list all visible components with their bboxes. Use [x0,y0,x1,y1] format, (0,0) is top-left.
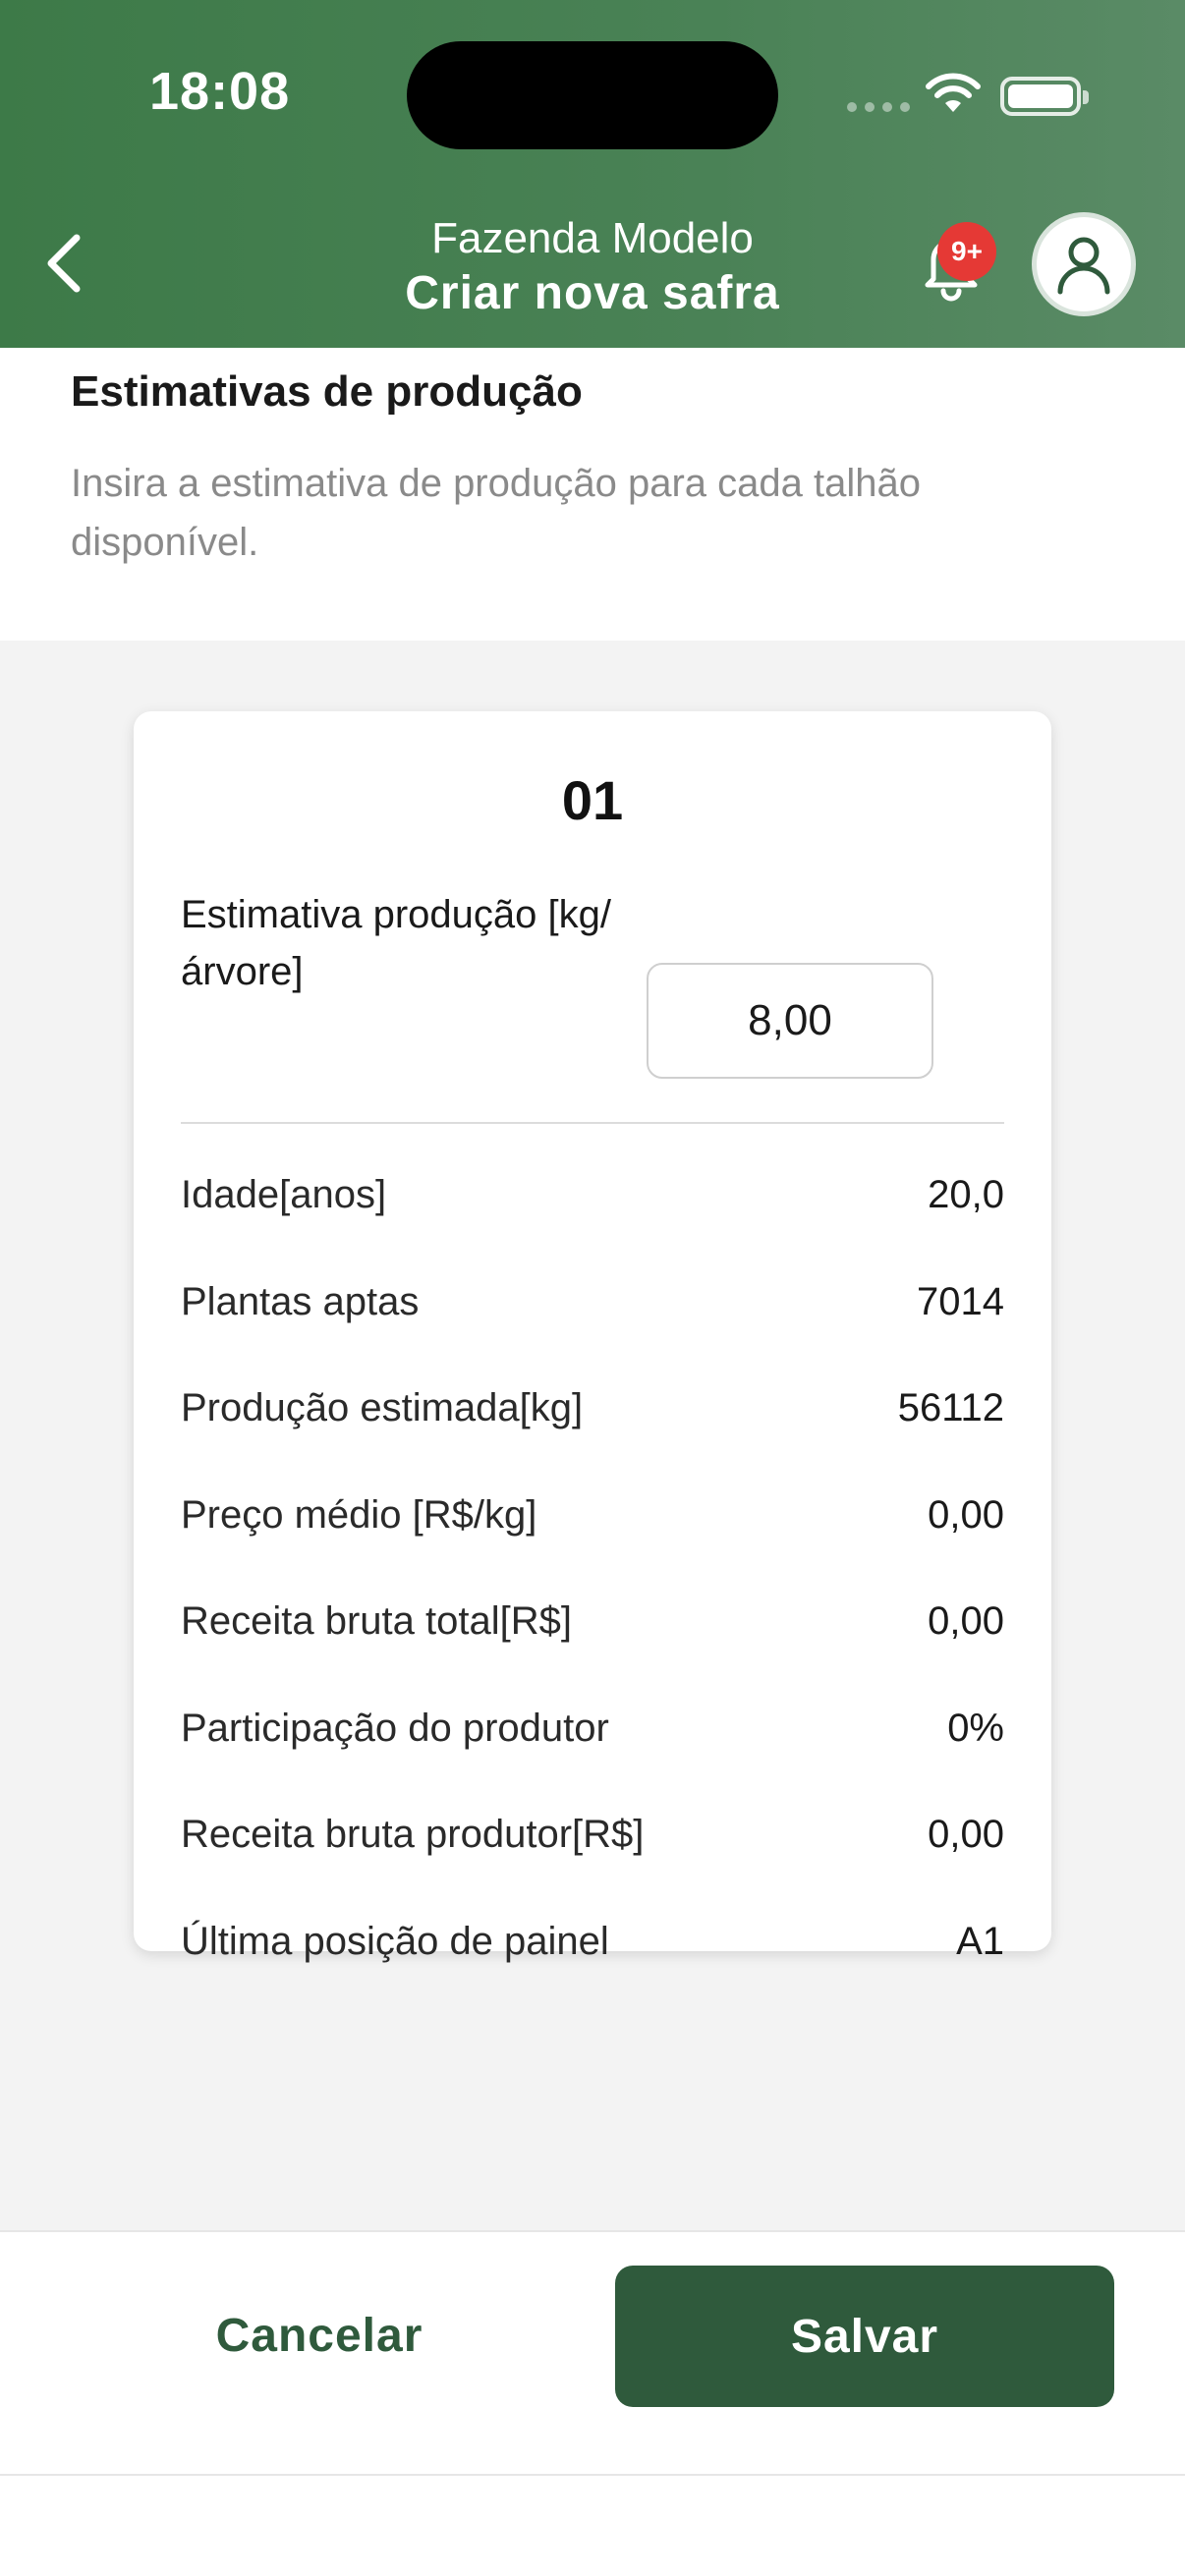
detail-row-plants: Plantas aptas 7014 [181,1280,1004,1387]
detail-value: 0,00 [928,1813,1004,1856]
estimate-input[interactable] [647,963,933,1079]
back-button[interactable] [33,222,96,305]
detail-label: Participação do produtor [181,1706,609,1750]
detail-row-panel-position: Última posição de painel A1 [181,1920,1004,2027]
plot-title: 01 [561,769,624,831]
plot-card: 01 Estimativa produção [kg/árvore] Idade… [134,711,1051,1963]
divider [181,1122,1004,1124]
chevron-left-icon [47,234,81,293]
detail-label: Preço médio [R$/kg] [181,1492,537,1537]
profile-avatar-button[interactable] [1032,212,1136,316]
detail-value: 7014 [917,1279,1004,1323]
detail-value: 0,00 [928,1492,1004,1537]
battery-icon [1000,77,1089,116]
status-time: 18:08 [149,62,291,121]
page-title: Criar nova safra [405,267,780,319]
cellular-signal-icon [847,102,910,112]
detail-row-average-price: Preço médio [R$/kg] 0,00 [181,1493,1004,1600]
detail-row-estimated-production: Produção estimada[kg] 56112 [181,1386,1004,1493]
section-title: Estimativas de produção [71,367,583,416]
plot-details: Idade[anos] 20,0 Plantas aptas 7014 Prod… [181,1173,1004,2026]
detail-label: Receita bruta produtor[R$] [181,1813,645,1856]
detail-label: Receita bruta total[R$] [181,1599,572,1643]
detail-row-gross-revenue: Receita bruta total[R$] 0,00 [181,1599,1004,1707]
detail-label: Idade[anos] [181,1173,387,1216]
app-header: 18:08 Fazenda Modelo Criar nova safra 9+ [0,0,1185,348]
action-footer: Cancelar Salvar [0,2230,1185,2476]
intro-section: Estimativas de produção Insira a estimat… [0,348,1185,641]
bottom-safe-area [0,2476,1185,2576]
detail-value: 0% [947,1706,1004,1750]
detail-row-producer-share: Participação do produtor 0% [181,1707,1004,1814]
cancel-button[interactable]: Cancelar [98,2266,540,2405]
farm-name: Fazenda Modelo [431,214,754,262]
user-icon [1057,237,1110,295]
detail-label: Última posição de painel [181,1919,609,1963]
notification-badge: 9+ [937,222,996,281]
detail-value: A1 [956,1919,1004,1963]
section-description: Insira a estimativa de produção para cad… [71,462,921,564]
detail-row-age: Idade[anos] 20,0 [181,1173,1004,1280]
detail-value: 20,0 [928,1173,1004,1216]
estimate-label: Estimativa produção [kg/árvore] [181,893,611,993]
detail-label: Produção estimada[kg] [181,1386,584,1429]
camera-notch [407,41,778,149]
detail-row-producer-revenue: Receita bruta produtor[R$] 0,00 [181,1813,1004,1920]
header-titles: Fazenda Modelo Criar nova safra [295,212,890,322]
wifi-icon [926,73,981,112]
save-button[interactable]: Salvar [615,2266,1114,2407]
detail-value: 0,00 [928,1599,1004,1643]
detail-value: 56112 [897,1386,1004,1429]
content-area: 01 Estimativa produção [kg/árvore] Idade… [0,641,1185,2230]
detail-label: Plantas aptas [181,1279,420,1323]
